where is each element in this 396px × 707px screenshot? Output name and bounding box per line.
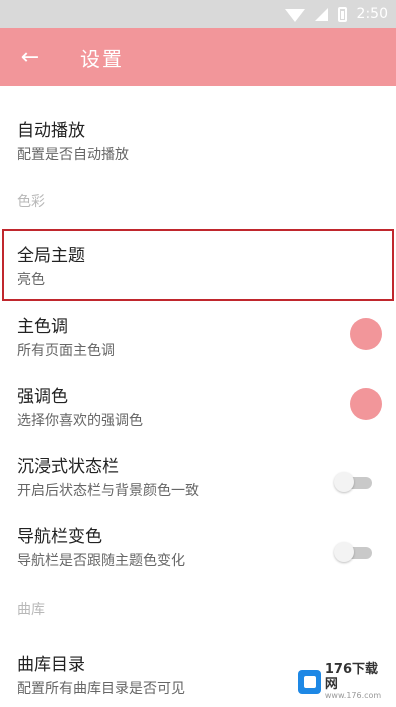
primary-color-swatch[interactable]: [350, 318, 382, 350]
setting-subtitle: 开启后状态栏与背景颜色一致: [17, 483, 199, 499]
status-bar: 2:50: [0, 0, 396, 28]
setting-title: 曲库目录: [17, 655, 85, 675]
setting-title: 主色调: [17, 317, 68, 337]
setting-subtitle: 导航栏是否跟随主题色变化: [17, 553, 185, 569]
navbar-color-switch[interactable]: [334, 542, 372, 562]
signal-icon: [314, 7, 328, 21]
setting-title: 沉浸式状态栏: [17, 457, 119, 477]
accent-color-swatch[interactable]: [350, 388, 382, 420]
section-header-color: 色彩: [17, 194, 45, 210]
setting-title: 自动播放: [17, 121, 85, 141]
setting-subtitle: 选择你喜欢的强调色: [17, 413, 143, 429]
switch-thumb: [334, 472, 354, 492]
toolbar: ← 设置: [0, 28, 396, 86]
watermark: 176下载网 www.176.com: [298, 663, 388, 700]
page-title: 设置: [80, 47, 124, 71]
status-icons: 2:50: [284, 4, 388, 24]
watermark-url: www.176.com: [324, 690, 382, 700]
setting-accent-color[interactable]: 强调色 选择你喜欢的强调色: [0, 373, 396, 439]
setting-subtitle: 配置所有曲库目录是否可见: [17, 681, 185, 697]
immersive-status-switch[interactable]: [334, 472, 372, 492]
back-arrow-icon: ←: [20, 44, 40, 70]
setting-immersive-status-bar[interactable]: 沉浸式状态栏 开启后状态栏与背景颜色一致: [0, 443, 396, 509]
setting-autoplay[interactable]: 自动播放 配置是否自动播放: [0, 100, 396, 172]
highlight-box: [2, 229, 394, 301]
wifi-icon: [284, 8, 305, 22]
setting-subtitle: 配置是否自动播放: [17, 147, 129, 163]
setting-subtitle: 所有页面主色调: [17, 343, 115, 359]
watermark-logo-icon: [298, 670, 321, 694]
setting-primary-color[interactable]: 主色调 所有页面主色调: [0, 303, 396, 369]
setting-navbar-color[interactable]: 导航栏变色 导航栏是否跟随主题色变化: [0, 513, 396, 579]
section-header-library: 曲库: [17, 602, 45, 618]
setting-title: 导航栏变色: [17, 527, 102, 547]
back-button[interactable]: ←: [14, 41, 46, 73]
switch-thumb: [334, 542, 354, 562]
watermark-main: 176下载网: [324, 662, 379, 692]
battery-icon: [337, 6, 347, 22]
watermark-text: 176下载网 www.176.com: [325, 663, 388, 700]
setting-title: 强调色: [17, 387, 68, 407]
clock: 2:50: [356, 6, 388, 22]
